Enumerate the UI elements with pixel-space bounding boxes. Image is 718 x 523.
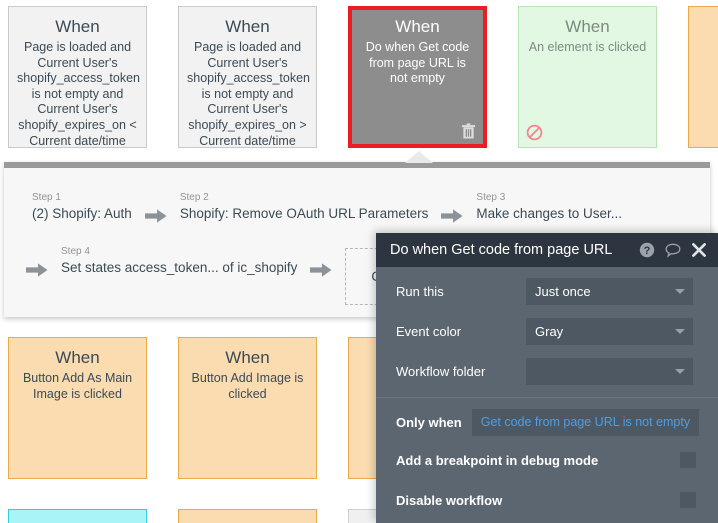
event-card-selected[interactable]: When Do when Get code from page URL is n… — [348, 6, 487, 148]
workflow-step-line: Step 1 (2) Shopify: Auth Step 2 Shopify:… — [32, 192, 622, 224]
event-color-value: Gray — [535, 323, 564, 339]
event-card-body: Page is loaded and Current User's shopif… — [17, 40, 140, 148]
workflow-step[interactable]: Step 3 Make changes to User... — [476, 192, 622, 222]
event-card-title: When — [17, 519, 138, 523]
event-card-title: When — [395, 17, 440, 36]
panel-title: Do when Get code from page URL — [390, 242, 613, 258]
event-card[interactable]: Button to — [688, 6, 718, 148]
panel-body: Run this Just once Event color Gray Work… — [376, 267, 718, 512]
step-name: Make changes to User... — [476, 206, 622, 221]
arrow-right-icon — [144, 209, 167, 223]
step-name: (2) Shopify: Auth — [32, 206, 132, 221]
property-row-event-color: Event color Gray — [376, 317, 718, 345]
run-this-dropdown[interactable]: Just once — [526, 277, 693, 305]
only-when-expression-input[interactable]: Get code from page URL is not empty — [471, 408, 700, 436]
disable-workflow-label: Disable workflow — [396, 492, 503, 508]
run-this-value: Just once — [535, 283, 591, 299]
panel-divider — [376, 397, 718, 398]
event-color-dropdown[interactable]: Gray — [526, 317, 693, 345]
event-card-body: Page is loaded and Current User's shopif… — [187, 40, 310, 148]
close-icon[interactable] — [691, 242, 707, 258]
property-row-only-when: Only when Get code from page URL is not … — [376, 408, 718, 436]
panel-header: Do when Get code from page URL ? — [376, 233, 718, 267]
event-card-body: Button to — [697, 19, 718, 35]
arrow-right-icon — [441, 209, 463, 223]
event-card[interactable]: When Button Add Image is clicked — [178, 337, 317, 479]
workflow-step[interactable]: Step 1 (2) Shopify: Auth — [32, 192, 132, 222]
chevron-down-icon — [675, 328, 685, 334]
event-card-title: When — [225, 17, 270, 36]
event-card-row-top: When Page is loaded and Current User's s… — [0, 6, 718, 148]
workflow-step[interactable]: Step 4 Set states access_token... of ic_… — [61, 246, 297, 276]
help-circle-icon[interactable]: ? — [639, 242, 655, 258]
step-label: Step 2 — [179, 192, 209, 203]
step-label: Step 3 — [476, 192, 506, 203]
property-label: Event color — [396, 323, 462, 339]
no-entry-icon — [526, 124, 543, 141]
event-card[interactable]: When Button Add As Main Image is clicked — [8, 337, 147, 479]
workflow-folder-dropdown[interactable] — [526, 357, 693, 385]
breakpoint-row: Add a breakpoint in debug mode — [376, 448, 718, 472]
workflow-step[interactable]: Step 2 Shopify: Remove OAuth URL Paramet… — [180, 192, 429, 222]
property-row-run-this: Run this Just once — [376, 277, 718, 305]
event-card-body: Button Add Image is clicked — [191, 371, 304, 401]
trash-icon[interactable] — [461, 123, 476, 139]
step-label: Step 4 — [61, 246, 90, 257]
svg-text:?: ? — [644, 245, 651, 257]
event-card-body: Do when Get code from page URL is not em… — [365, 40, 470, 86]
arrow-right-icon — [310, 263, 332, 277]
event-card-title: When — [55, 348, 100, 367]
property-label: Run this — [396, 283, 444, 299]
event-card-body: Button Add As Main Image is clicked — [22, 371, 133, 401]
event-card[interactable]: When Page is loaded and Current User's s… — [8, 6, 147, 148]
disable-workflow-checkbox[interactable] — [680, 492, 696, 508]
event-card[interactable]: When An element is clicked — [518, 6, 657, 148]
step-name: Set states access_token... of ic_shopify — [61, 260, 298, 275]
event-card[interactable]: When — [8, 509, 147, 523]
only-when-expression-text: Get code from page URL is not empty — [480, 415, 691, 429]
property-row-workflow-folder: Workflow folder — [376, 357, 718, 385]
comment-icon[interactable] — [665, 242, 681, 258]
property-label: Workflow folder — [396, 363, 486, 379]
event-card-title: When — [55, 17, 100, 36]
arrow-right-icon — [26, 263, 48, 277]
only-when-label: Only when — [396, 414, 462, 430]
event-card[interactable]: When Page is loaded and Current User's s… — [178, 6, 317, 148]
event-card-body: An element is clicked — [528, 40, 647, 54]
chevron-down-icon — [675, 368, 685, 374]
step-label: Step 1 — [32, 192, 61, 203]
step-name: Shopify: Remove OAuth URL Parameters — [179, 206, 429, 221]
breakpoint-checkbox[interactable] — [680, 452, 696, 468]
selected-card-pointer — [405, 151, 433, 163]
property-editor-panel: Do when Get code from page URL ? Run thi… — [376, 233, 718, 523]
event-card[interactable]: When — [178, 509, 317, 523]
event-card-title: When — [565, 17, 610, 36]
event-card-title: When — [225, 348, 270, 367]
chevron-down-icon — [675, 288, 685, 294]
disable-workflow-row: Disable workflow — [376, 488, 718, 512]
workflow-canvas: When Page is loaded and Current User's s… — [0, 0, 718, 523]
breakpoint-label: Add a breakpoint in debug mode — [396, 452, 599, 468]
event-card-title: When — [187, 519, 308, 523]
